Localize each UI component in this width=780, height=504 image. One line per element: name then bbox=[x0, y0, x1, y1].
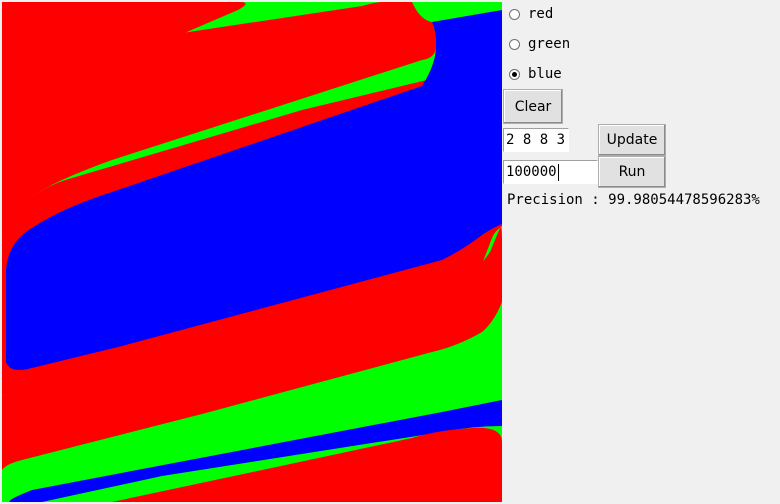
control-panel: red green blue Clear 2 8 8 3 Update 1000… bbox=[503, 0, 780, 504]
update-button[interactable]: Update bbox=[598, 124, 666, 156]
classification-canvas[interactable] bbox=[2, 2, 502, 502]
layers-input-value: 2 8 8 3 bbox=[506, 132, 566, 148]
decision-region-plot[interactable] bbox=[2, 2, 502, 502]
radio-option-red[interactable]: red bbox=[509, 4, 553, 24]
radio-option-blue[interactable]: blue bbox=[509, 64, 562, 84]
radio-button-red[interactable] bbox=[509, 8, 520, 20]
text-caret bbox=[557, 163, 559, 181]
run-button[interactable]: Run bbox=[598, 156, 666, 188]
layers-input[interactable]: 2 8 8 3 bbox=[503, 128, 569, 152]
precision-label: Precision : 99.98054478596283% bbox=[507, 192, 760, 208]
app-window: red green blue Clear 2 8 8 3 Update 1000… bbox=[0, 0, 780, 504]
iterations-input-value: 100000 bbox=[506, 164, 557, 180]
radio-button-blue[interactable] bbox=[509, 68, 520, 80]
clear-button[interactable]: Clear bbox=[503, 89, 563, 124]
radio-label-blue: blue bbox=[528, 66, 562, 82]
radio-label-red: red bbox=[528, 6, 554, 22]
radio-label-green: green bbox=[528, 36, 571, 52]
radio-option-green[interactable]: green bbox=[509, 34, 570, 54]
iterations-input[interactable]: 100000 bbox=[503, 160, 598, 184]
radio-button-green[interactable] bbox=[509, 38, 520, 50]
